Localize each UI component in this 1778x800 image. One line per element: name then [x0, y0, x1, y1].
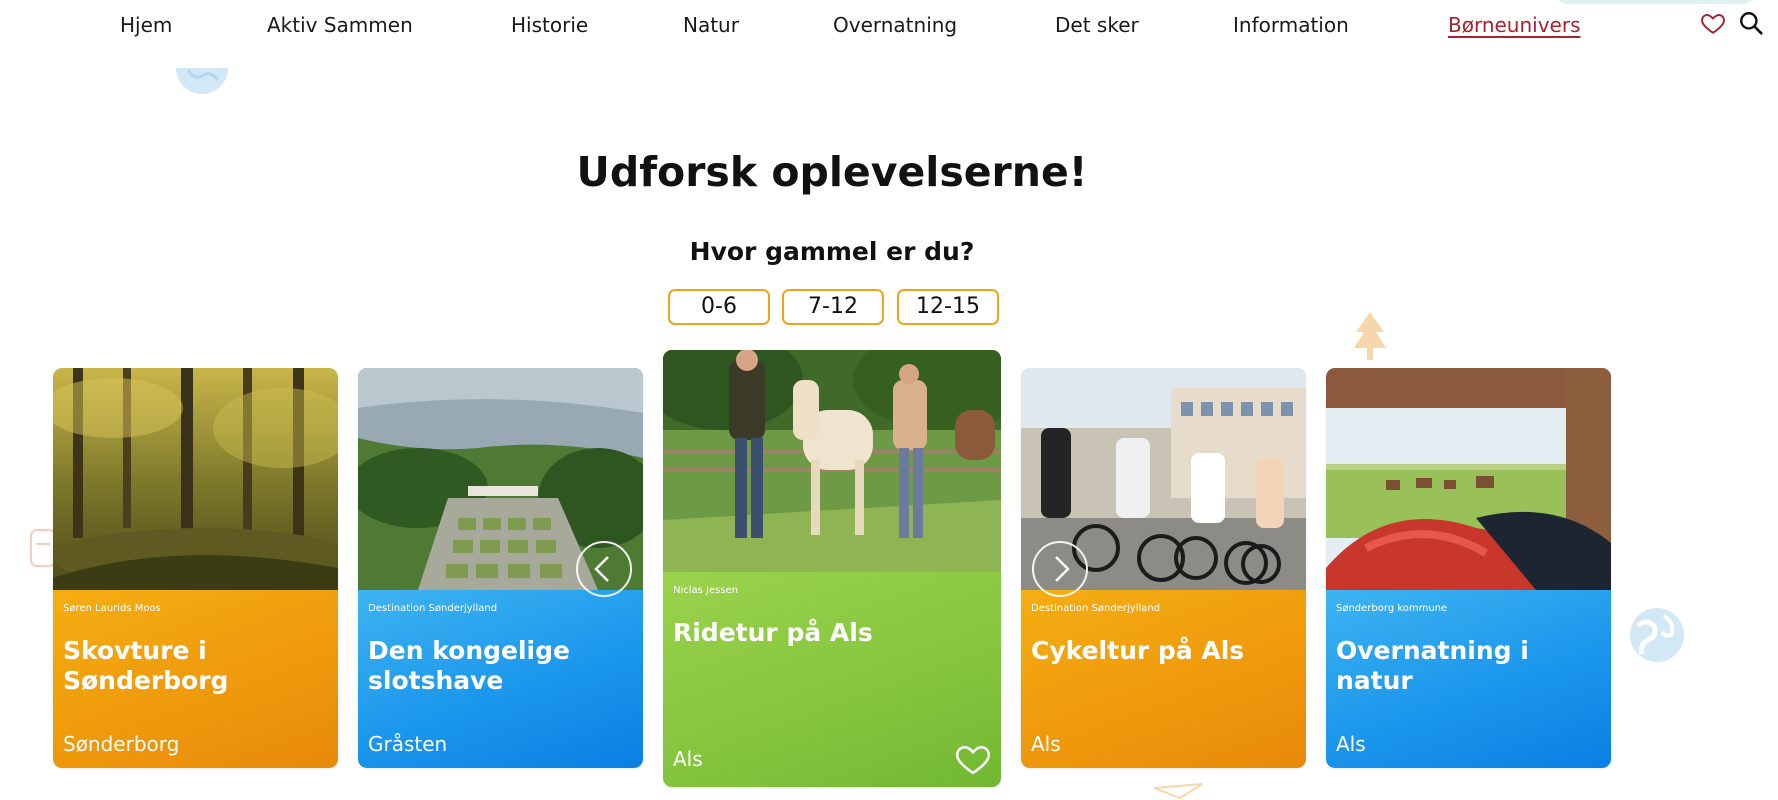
card-location: Gråsten [368, 732, 448, 756]
favorite-heart-icon[interactable] [954, 740, 992, 780]
card-info: Søren Laurids Moos Skovture i Sønderborg… [53, 590, 338, 768]
nav-item-overnatning[interactable]: Overnatning [833, 13, 957, 37]
nav-item-det-sker[interactable]: Det sker [1055, 13, 1139, 37]
age-filter-0-6[interactable]: 0-6 [668, 289, 770, 325]
nav-item-aktiv-sammen[interactable]: Aktiv Sammen [267, 13, 413, 37]
nav-item-natur[interactable]: Natur [683, 13, 739, 37]
photo-credit: Destination Sønderjylland [1031, 603, 1161, 614]
card-title: Den kongelige slotshave [368, 636, 570, 695]
heart-outline-icon[interactable] [1700, 10, 1726, 40]
age-filter-7-12[interactable]: 7-12 [782, 289, 884, 325]
chevron-right-icon [1055, 556, 1070, 582]
card-image-horse-ride [663, 350, 1001, 572]
search-icon[interactable] [1738, 10, 1764, 40]
chevron-left-icon [594, 556, 609, 582]
globe-decoration-icon [176, 68, 228, 94]
photo-credit: Søren Laurids Moos [63, 603, 161, 614]
nav-item-borneunivers[interactable]: Børneunivers [1448, 13, 1581, 37]
experience-card[interactable]: Søren Laurids Moos Skovture i Sønderborg… [53, 368, 338, 768]
globe-decoration-right-icon [1630, 608, 1684, 662]
card-info: Destination Sønderjylland Cykeltur på Al… [1021, 590, 1306, 768]
card-location: Als [673, 747, 703, 771]
card-location: Als [1031, 732, 1061, 756]
tree-decoration-icon [1354, 312, 1386, 360]
card-title: Cykeltur på Als [1031, 636, 1245, 665]
experience-card-featured[interactable]: Niclas Jessen Ridetur på Als Als [663, 350, 1001, 787]
card-info: Niclas Jessen Ridetur på Als Als [663, 572, 1001, 787]
card-title: Overnatning i natur [1336, 636, 1529, 695]
card-title: Ridetur på Als [673, 618, 873, 647]
experience-card[interactable]: Sønderborg kommune Overnatning i natur A… [1326, 368, 1611, 768]
card-image-forest [53, 368, 338, 590]
carousel-next-button[interactable] [1032, 541, 1088, 597]
nav-item-information[interactable]: Information [1233, 13, 1349, 37]
page-title: Udforsk oplevelserne! [576, 148, 1088, 196]
paper-plane-decoration-icon [1153, 783, 1203, 800]
card-info: Sønderborg kommune Overnatning i natur A… [1326, 590, 1611, 768]
age-filter-12-15[interactable]: 12-15 [897, 289, 999, 325]
main-navigation: Hjem Aktiv Sammen Historie Natur Overnat… [0, 0, 1778, 52]
card-info: Destination Sønderjylland Den kongelige … [358, 590, 643, 768]
card-image-shelter [1326, 368, 1611, 590]
card-location: Als [1336, 732, 1366, 756]
photo-credit: Destination Sønderjylland [368, 603, 498, 614]
nav-item-hjem[interactable]: Hjem [120, 13, 172, 37]
nav-item-historie[interactable]: Historie [511, 13, 588, 37]
carousel-prev-button[interactable] [576, 541, 632, 597]
card-location: Sønderborg [63, 732, 180, 756]
age-question: Hvor gammel er du? [689, 237, 975, 266]
photo-credit: Sønderborg kommune [1336, 603, 1448, 614]
photo-credit: Niclas Jessen [673, 585, 739, 596]
card-title: Skovture i Sønderborg [63, 636, 229, 695]
